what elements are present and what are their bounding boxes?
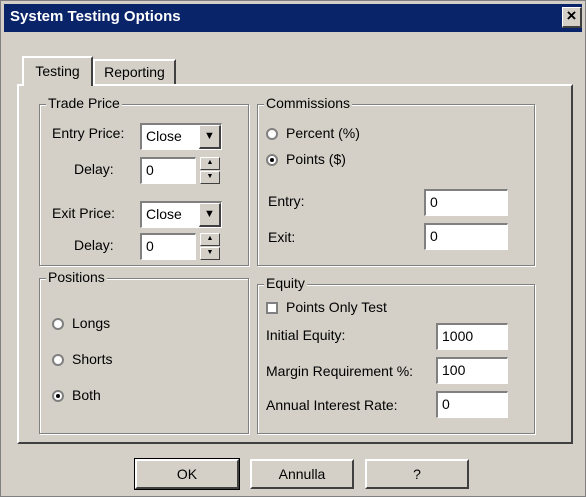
ok-button[interactable]: OK bbox=[134, 458, 240, 490]
commission-entry-label: Entry: bbox=[268, 193, 305, 209]
commissions-title: Commissions bbox=[264, 95, 353, 111]
entry-price-value: Close bbox=[146, 128, 182, 144]
entry-price-select[interactable]: Close ▼ bbox=[140, 123, 222, 150]
tab-testing[interactable]: Testing bbox=[22, 56, 93, 86]
commission-percent-radio[interactable]: Percent (%) bbox=[266, 125, 360, 141]
chevron-down-icon[interactable]: ▼ bbox=[199, 203, 221, 227]
positions-group: Positions Longs Shorts Both bbox=[39, 269, 249, 434]
initial-equity-input[interactable]: 1000 bbox=[436, 323, 508, 350]
trade-price-group: Trade Price Entry Price: Close ▼ Delay: … bbox=[39, 95, 249, 266]
title-bar[interactable]: System Testing Options × bbox=[4, 4, 582, 32]
checkbox-icon bbox=[266, 302, 278, 315]
radio-icon bbox=[52, 318, 64, 331]
annual-interest-input[interactable]: 0 bbox=[436, 391, 508, 418]
annual-interest-label: Annual Interest Rate: bbox=[266, 397, 398, 413]
close-button[interactable]: × bbox=[562, 7, 582, 28]
positions-title: Positions bbox=[46, 269, 107, 285]
exit-delay-spinner[interactable]: ▲ ▼ bbox=[200, 233, 220, 260]
commission-entry-input[interactable]: 0 bbox=[424, 189, 508, 216]
equity-group: Equity Points Only Test Initial Equity: … bbox=[257, 275, 535, 434]
entry-price-label: Entry Price: bbox=[52, 125, 125, 141]
exit-delay-label: Delay: bbox=[74, 237, 114, 253]
commissions-group: Commissions Percent (%) Points ($) Entry… bbox=[257, 95, 535, 266]
trade-price-title: Trade Price bbox=[46, 95, 122, 111]
points-only-label: Points Only Test bbox=[286, 299, 387, 315]
help-button[interactable]: ? bbox=[365, 459, 469, 489]
dialog-window: System Testing Options × Testing Reporti… bbox=[0, 0, 586, 497]
radio-icon bbox=[266, 128, 278, 141]
cancel-button[interactable]: Annulla bbox=[250, 459, 354, 489]
radio-selected-icon bbox=[266, 154, 278, 167]
positions-longs-radio[interactable]: Longs bbox=[52, 315, 110, 331]
radio-icon bbox=[52, 354, 64, 367]
margin-requirement-input[interactable]: 100 bbox=[436, 357, 508, 384]
exit-price-select[interactable]: Close ▼ bbox=[140, 201, 222, 228]
spin-down-icon[interactable]: ▼ bbox=[200, 247, 220, 260]
entry-delay-spinner[interactable]: ▲ ▼ bbox=[200, 157, 220, 184]
percent-label: Percent (%) bbox=[286, 125, 360, 141]
commission-points-radio[interactable]: Points ($) bbox=[266, 151, 346, 167]
margin-requirement-label: Margin Requirement %: bbox=[266, 363, 414, 379]
shorts-label: Shorts bbox=[72, 351, 113, 367]
commission-exit-input[interactable]: 0 bbox=[424, 223, 508, 250]
entry-delay-label: Delay: bbox=[74, 161, 114, 177]
points-label: Points ($) bbox=[286, 151, 346, 167]
points-only-checkbox[interactable]: Points Only Test bbox=[266, 299, 387, 315]
chevron-down-icon[interactable]: ▼ bbox=[199, 125, 221, 149]
window-title: System Testing Options bbox=[10, 8, 181, 25]
equity-title: Equity bbox=[264, 275, 307, 291]
spin-down-icon[interactable]: ▼ bbox=[200, 171, 220, 184]
commission-exit-label: Exit: bbox=[268, 229, 296, 245]
exit-price-label: Exit Price: bbox=[52, 205, 116, 221]
positions-shorts-radio[interactable]: Shorts bbox=[52, 351, 112, 367]
tab-panel-testing: Trade Price Entry Price: Close ▼ Delay: … bbox=[17, 84, 573, 444]
exit-price-value: Close bbox=[146, 206, 182, 222]
both-label: Both bbox=[72, 387, 101, 403]
tab-reporting[interactable]: Reporting bbox=[93, 59, 176, 85]
initial-equity-label: Initial Equity: bbox=[266, 327, 346, 343]
spin-up-icon[interactable]: ▲ bbox=[200, 157, 220, 170]
spin-up-icon[interactable]: ▲ bbox=[200, 233, 220, 246]
exit-delay-input[interactable]: 0 bbox=[140, 233, 196, 260]
entry-delay-input[interactable]: 0 bbox=[140, 157, 196, 184]
positions-both-radio[interactable]: Both bbox=[52, 387, 101, 403]
longs-label: Longs bbox=[72, 315, 111, 331]
radio-selected-icon bbox=[52, 390, 64, 403]
